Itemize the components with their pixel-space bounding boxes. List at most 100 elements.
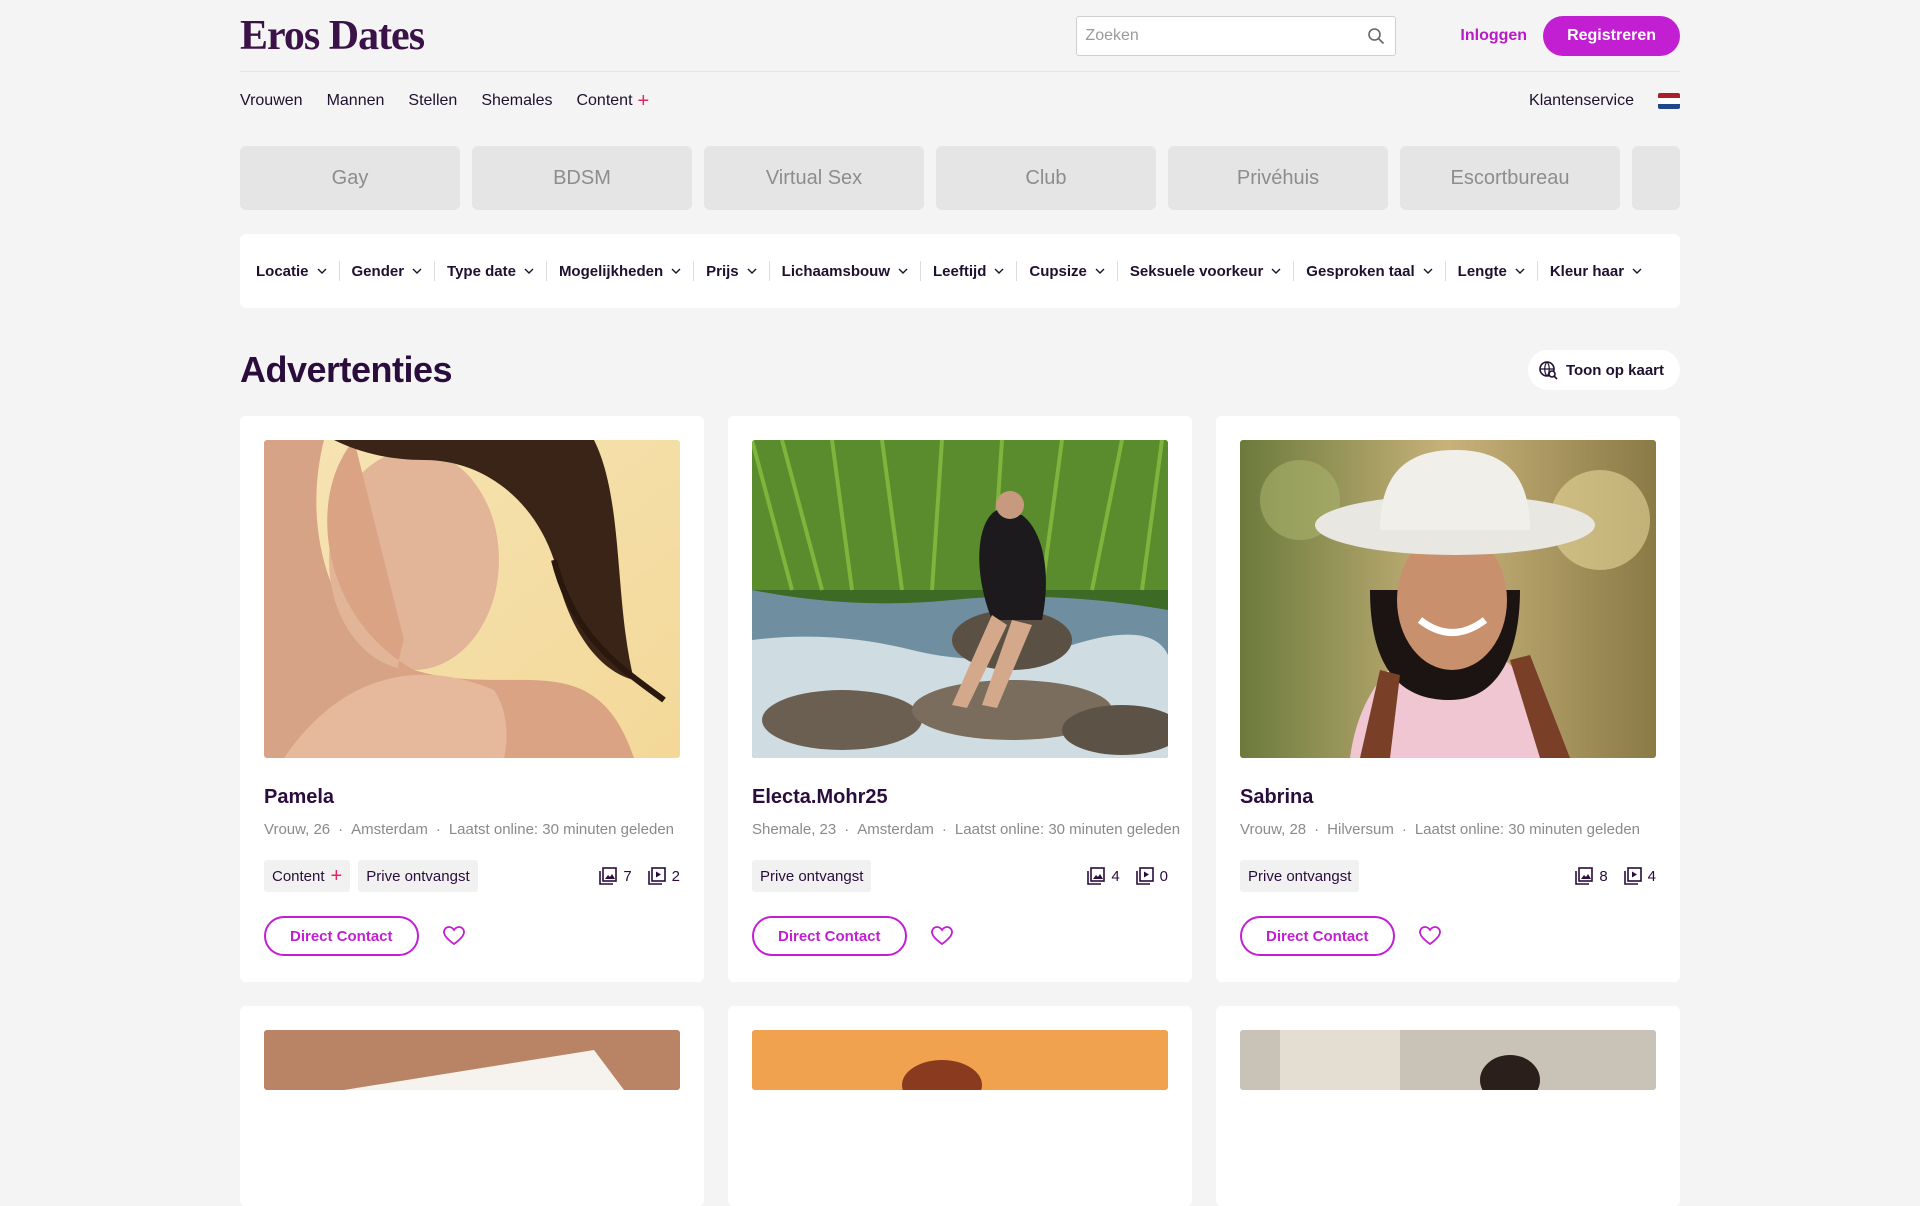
filter-type-date[interactable]: Type date <box>435 261 547 281</box>
heart-icon[interactable] <box>442 926 465 946</box>
register-button[interactable]: Registreren <box>1543 15 1680 56</box>
profile-meta: Shemale, 23 · Amsterdam · Laatst online: 30 … <box>752 821 1181 838</box>
profile-photo[interactable] <box>752 1030 1168 1090</box>
chevron-down-icon <box>898 268 908 274</box>
filter-bar: Locatie Gender Type date Mogelijkheden P… <box>240 234 1680 308</box>
profile-gender-age: Vrouw, 28 <box>1240 821 1307 838</box>
category-club[interactable]: Club <box>936 146 1156 210</box>
globe-search-icon <box>1538 360 1558 380</box>
filter-cupsize[interactable]: Cupsize <box>1017 261 1118 281</box>
profile-last-online: Laatst online: 30 minuten geleden <box>1414 821 1641 838</box>
filter-mogelijkheden[interactable]: Mogelijkheden <box>547 261 695 281</box>
chevron-down-icon <box>412 268 422 274</box>
heart-icon[interactable] <box>930 926 953 946</box>
main-nav: Vrouwen Mannen Stellen Shemales Content … <box>240 72 1680 130</box>
category-escortbureau[interactable]: Escortbureau <box>1400 146 1620 210</box>
filter-label: Lichaamsbouw <box>781 262 891 280</box>
video-count-value: 4 <box>1647 867 1656 885</box>
nav-item-content-label: Content <box>576 92 633 109</box>
ad-card[interactable]: Electa.Mohr25 Shemale, 23 · Amsterdam · Laat… <box>728 416 1192 982</box>
profile-photo[interactable] <box>264 1030 680 1090</box>
photo-gallery-icon <box>1087 867 1106 885</box>
filter-label: Kleur haar <box>1549 262 1625 280</box>
photo-count: 4 <box>1087 867 1120 885</box>
photo-gallery-icon <box>599 867 618 885</box>
video-gallery-icon <box>1135 867 1154 885</box>
filter-kleur-haar[interactable]: Kleur haar <box>1538 261 1642 281</box>
plus-icon: + <box>637 90 650 112</box>
profile-photo[interactable] <box>1240 440 1656 758</box>
filter-prijs[interactable]: Prijs <box>694 261 770 281</box>
filter-gender[interactable]: Gender <box>340 261 436 281</box>
filter-label: Locatie <box>256 262 309 280</box>
chevron-down-icon <box>1095 268 1105 274</box>
nav-item-shemales[interactable]: Shemales <box>481 92 552 110</box>
category-gay[interactable]: Gay <box>240 146 460 210</box>
search-box[interactable] <box>1076 15 1397 56</box>
tag-prive-ontvangst: Prive ontvangst <box>752 860 872 892</box>
chevron-down-icon <box>524 268 534 274</box>
category-strip: Gay BDSM Virtual Sex Club Privéhuis Esco… <box>240 146 1680 210</box>
ad-card[interactable] <box>240 1006 704 1206</box>
filter-lichaamsbouw[interactable]: Lichaamsbouw <box>770 261 922 281</box>
dutch-flag-icon[interactable] <box>1658 93 1680 109</box>
category-more[interactable] <box>1632 146 1680 210</box>
filter-leeftijd[interactable]: Leeftijd <box>921 261 1018 281</box>
profile-photo[interactable] <box>1240 1030 1656 1090</box>
nav-item-stellen[interactable]: Stellen <box>408 92 457 110</box>
video-count-value: 0 <box>1159 867 1168 885</box>
filter-lengte[interactable]: Lengte <box>1446 261 1538 281</box>
ad-card[interactable]: Pamela Vrouw, 26 · Amsterdam · Laatst online… <box>240 416 704 982</box>
nav-item-vrouwen[interactable]: Vrouwen <box>240 92 303 110</box>
chevron-down-icon <box>1423 268 1433 274</box>
ad-card[interactable] <box>1216 1006 1680 1206</box>
filter-locatie[interactable]: Locatie <box>252 261 340 281</box>
category-bdsm[interactable]: BDSM <box>472 146 692 210</box>
tag-label: Content <box>272 867 325 885</box>
nav-item-content[interactable]: Content + <box>576 91 649 111</box>
category-privehuis[interactable]: Privéhuis <box>1168 146 1388 210</box>
ad-card[interactable]: Sabrina Vrouw, 28 · Hilversum · Laatst onlin… <box>1216 416 1680 982</box>
search-icon[interactable] <box>1365 25 1387 47</box>
photo-count: 7 <box>599 867 632 885</box>
video-gallery-icon <box>1623 867 1642 885</box>
direct-contact-button[interactable]: Direct Contact <box>1240 916 1395 956</box>
profile-name[interactable]: Electa.Mohr25 <box>752 786 1168 809</box>
chevron-down-icon <box>1271 268 1281 274</box>
filter-label: Leeftijd <box>933 262 987 280</box>
profile-gender-age: Vrouw, 26 <box>264 821 331 838</box>
ad-card[interactable] <box>728 1006 1192 1206</box>
tag-prive-ontvangst: Prive ontvangst <box>358 860 478 892</box>
chevron-down-icon <box>994 268 1004 274</box>
profile-photo[interactable] <box>752 440 1168 758</box>
direct-contact-button[interactable]: Direct Contact <box>264 916 419 956</box>
customer-service-link[interactable]: Klantenservice <box>1529 92 1634 110</box>
chevron-down-icon <box>317 268 327 274</box>
filter-label: Seksuele voorkeur <box>1129 262 1264 280</box>
profile-name[interactable]: Sabrina <box>1240 786 1656 809</box>
direct-contact-button[interactable]: Direct Contact <box>752 916 907 956</box>
filter-label: Mogelijkheden <box>558 262 664 280</box>
filter-label: Lengte <box>1457 262 1507 280</box>
section-title: Advertenties <box>240 349 453 390</box>
heart-icon[interactable] <box>1418 926 1441 946</box>
show-map-button[interactable]: Toon op kaart <box>1527 350 1680 390</box>
filter-label: Gesproken taal <box>1306 262 1415 280</box>
show-map-label: Toon op kaart <box>1565 361 1664 379</box>
photo-count: 8 <box>1575 867 1608 885</box>
filter-label: Cupsize <box>1029 262 1087 280</box>
search-input[interactable] <box>1085 26 1366 45</box>
filter-gesproken-taal[interactable]: Gesproken taal <box>1294 261 1446 281</box>
tag-content: Content + <box>264 860 351 892</box>
profile-meta: Vrouw, 26 · Amsterdam · Laatst online: 30 mi… <box>264 821 675 838</box>
nav-item-mannen[interactable]: Mannen <box>327 92 385 110</box>
profile-gender-age: Shemale, 23 <box>752 821 837 838</box>
profile-last-online: Laatst online: 30 minuten geleden <box>954 821 1181 838</box>
profile-photo[interactable] <box>264 440 680 758</box>
category-virtual-sex[interactable]: Virtual Sex <box>704 146 924 210</box>
profile-city: Hilversum <box>1327 821 1394 838</box>
login-link[interactable]: Inloggen <box>1460 27 1527 45</box>
filter-seksuele-voorkeur[interactable]: Seksuele voorkeur <box>1118 261 1295 281</box>
site-logo[interactable]: Eros Dates <box>240 12 425 60</box>
profile-name[interactable]: Pamela <box>264 786 680 809</box>
